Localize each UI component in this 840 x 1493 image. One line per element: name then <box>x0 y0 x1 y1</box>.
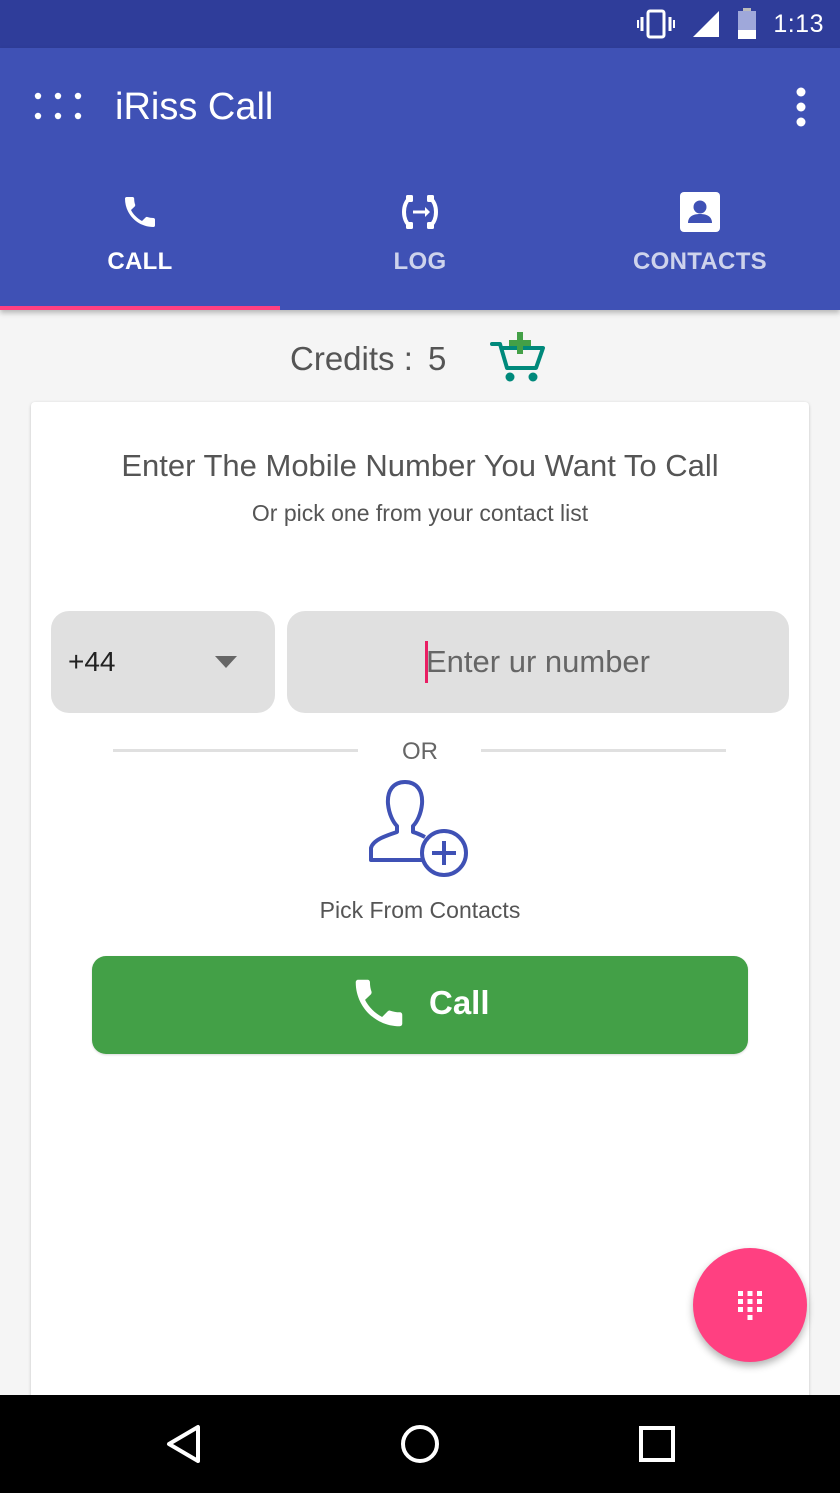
pick-from-contacts-button[interactable]: Pick From Contacts <box>295 776 545 926</box>
phone-number-input[interactable] <box>287 611 789 713</box>
tab-indicator <box>0 306 280 310</box>
add-cart-icon[interactable] <box>488 330 548 386</box>
app-title: iRiss Call <box>115 86 274 128</box>
status-bar: 1:13 <box>0 0 840 48</box>
tab-bar: CALL LOG CONTACTS <box>0 168 840 310</box>
dial-card: Enter The Mobile Number You Want To Call… <box>31 402 809 1402</box>
card-subtitle: Or pick one from your contact list <box>251 500 589 526</box>
call-button[interactable]: Call <box>92 956 748 1054</box>
signal-icon <box>691 9 721 39</box>
more-vert-icon[interactable] <box>792 86 810 128</box>
grid-menu-icon[interactable] <box>32 90 84 122</box>
credits-row: Credits : 5 <box>0 330 840 390</box>
call-button-label: Call <box>429 984 490 1021</box>
pick-from-contacts-label: Pick From Contacts <box>319 897 521 923</box>
add-contact-icon <box>369 780 468 877</box>
tab-call[interactable]: CALL <box>0 168 280 310</box>
battery-icon <box>737 8 757 40</box>
card-title: Enter The Mobile Number You Want To Call <box>121 448 719 483</box>
credits-value: 5 <box>428 340 447 377</box>
phone-icon <box>118 190 162 234</box>
contact-card-icon <box>678 190 722 234</box>
dropdown-arrow-icon <box>215 656 237 668</box>
text-cursor <box>425 641 428 683</box>
home-icon[interactable] <box>395 1419 445 1469</box>
call-log-icon <box>398 190 442 234</box>
tab-contacts[interactable]: CONTACTS <box>560 168 840 310</box>
system-nav-bar <box>0 1395 840 1493</box>
country-code-value: +44 <box>68 646 116 677</box>
status-time: 1:13 <box>773 9 824 38</box>
tab-log[interactable]: LOG <box>280 168 560 310</box>
tab-call-label: CALL <box>107 248 173 275</box>
tab-log-label: LOG <box>393 248 447 275</box>
toolbar: iRiss Call <box>0 48 840 168</box>
country-code-select[interactable]: +44 <box>51 611 275 713</box>
or-label: OR <box>402 738 438 765</box>
app-bar: iRiss Call CALL LOG CONTACTS <box>0 48 840 310</box>
dialpad-fab[interactable] <box>693 1248 807 1362</box>
status-icons: 1:13 <box>637 0 824 48</box>
recents-icon[interactable] <box>632 1419 682 1469</box>
credits-label: Credits : <box>290 340 413 377</box>
vibrate-icon <box>637 9 676 39</box>
phone-icon <box>355 979 403 1027</box>
tab-contacts-label: CONTACTS <box>633 248 767 275</box>
dialpad-icon <box>738 1291 762 1320</box>
or-divider-right <box>481 749 726 752</box>
back-icon[interactable] <box>160 1419 210 1469</box>
